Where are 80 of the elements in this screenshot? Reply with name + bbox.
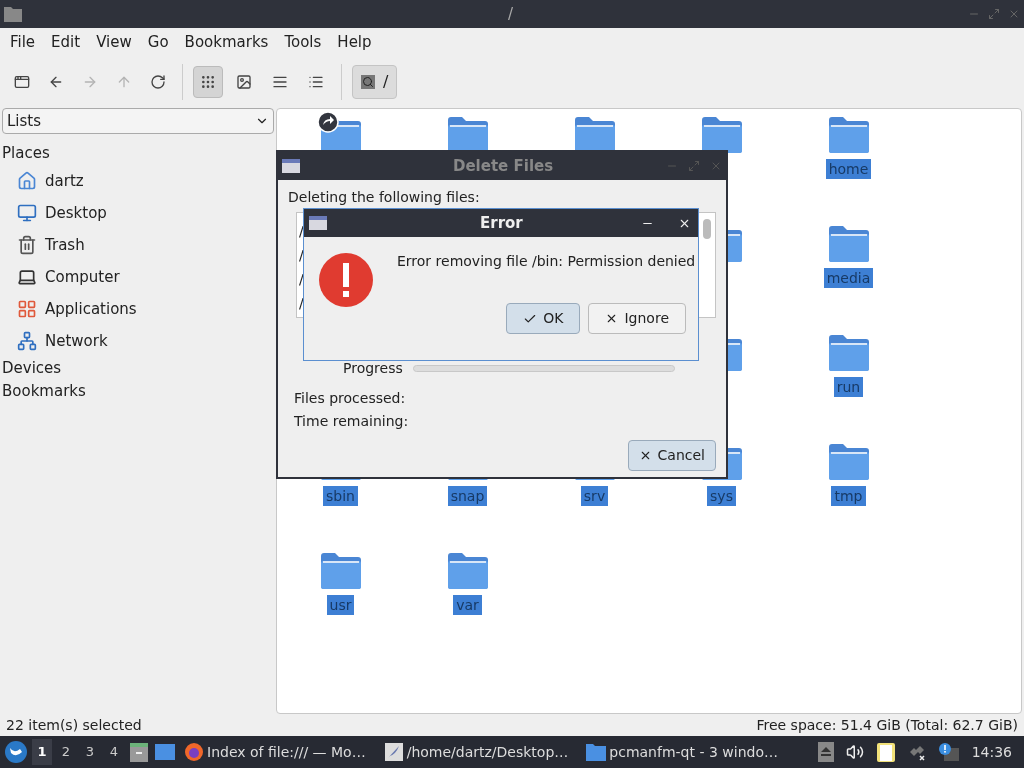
browser-icon — [184, 742, 204, 762]
sidebar-item[interactable]: Applications — [2, 293, 274, 325]
desktop-icon[interactable] — [154, 743, 176, 761]
apps-icon — [17, 299, 37, 319]
window-icon — [282, 159, 300, 173]
desktop-switch-button[interactable]: 3 — [80, 739, 100, 765]
folder-icon — [828, 335, 869, 371]
window-title: / — [508, 3, 514, 25]
notification-icon[interactable] — [937, 742, 960, 762]
menu-item[interactable]: Help — [329, 30, 380, 54]
error-message: Error removing file /bin: Permission denied — [397, 252, 696, 271]
menu-item[interactable]: Go — [139, 30, 177, 54]
image-icon — [236, 74, 252, 90]
desktop-switch-button[interactable]: 4 — [104, 739, 124, 765]
window-icon — [309, 216, 327, 230]
feather-icon — [383, 742, 404, 762]
sidebar-heading[interactable]: Places — [2, 142, 274, 165]
folder-icon — [828, 117, 869, 153]
start-menu-icon[interactable] — [4, 740, 28, 764]
computer-icon — [17, 267, 37, 287]
sidebar-heading[interactable]: Devices — [2, 357, 274, 380]
scrollbar-thumb[interactable] — [703, 219, 711, 239]
error-icon — [319, 253, 373, 307]
eject-icon[interactable] — [817, 742, 834, 762]
cancel-button[interactable]: Cancel — [627, 440, 716, 471]
task-button[interactable]: Index of file:/// — Mo… — [180, 738, 376, 766]
dialog-title: Error — [480, 212, 523, 234]
path-button[interactable]: / — [352, 65, 398, 99]
task-button[interactable]: pcmanfm-qt - 3 windo… — [582, 738, 788, 766]
task-button[interactable]: /home/dartz/Desktop… — [379, 738, 579, 766]
dialog-heading: Deleting the following files: — [288, 188, 481, 207]
menu-item[interactable]: View — [88, 30, 140, 54]
progress-label: Progress — [343, 359, 403, 378]
status-text: 22 item(s) selected — [6, 715, 142, 735]
sidebar-item[interactable]: dartz — [2, 165, 274, 197]
folder-icon — [320, 553, 361, 589]
ok-button[interactable]: OK — [506, 303, 581, 334]
folder-icon — [828, 226, 869, 262]
menu-item[interactable]: Edit — [43, 30, 89, 54]
icon-view-button[interactable] — [193, 66, 223, 98]
clock[interactable]: 14:36 — [971, 741, 1012, 763]
reload-icon — [150, 74, 166, 90]
list-icon — [308, 74, 324, 90]
trash-icon — [17, 235, 37, 255]
menu-item[interactable]: Tools — [276, 30, 330, 54]
folder-icon — [828, 444, 869, 480]
arrow-right-icon — [82, 74, 98, 90]
sidebar-heading[interactable]: Bookmarks — [2, 380, 274, 403]
network-icon — [17, 331, 37, 351]
folder-icon — [447, 117, 488, 153]
link-badge-icon — [317, 111, 339, 133]
menu-item[interactable]: File — [2, 30, 44, 54]
window-icon — [14, 74, 30, 90]
free-space-text: Free space: 51.4 GiB (Total: 62.7 GiB) — [756, 715, 1018, 735]
folder-icon — [701, 117, 742, 153]
folder-icon — [4, 6, 22, 22]
lines-icon — [272, 74, 288, 90]
folder-icon — [574, 117, 615, 153]
volume-icon[interactable] — [845, 743, 864, 761]
arrow-up-icon — [116, 74, 132, 90]
folder-icon — [447, 553, 488, 589]
home-icon — [17, 171, 37, 191]
clipboard-icon[interactable] — [875, 741, 896, 763]
folder-icon — [586, 743, 607, 761]
menu-item[interactable]: Bookmarks — [176, 30, 277, 54]
desktop-switch-button[interactable]: 2 — [56, 739, 76, 765]
sidebar-item[interactable]: Desktop — [2, 197, 274, 229]
view-dropdown[interactable]: Lists — [2, 108, 274, 134]
field-label: Files processed: — [294, 389, 407, 408]
sidebar-item[interactable]: Computer — [2, 261, 274, 293]
dialog-title: Delete Files — [453, 155, 554, 177]
monitor-icon — [17, 203, 37, 223]
field-label: Time remaining: — [294, 412, 410, 431]
ignore-button[interactable]: Ignore — [588, 303, 686, 334]
search-icon — [361, 75, 375, 89]
file-cabinet-icon[interactable] — [128, 741, 150, 763]
desktop-switch-button[interactable]: 1 — [32, 739, 52, 765]
sidebar-item[interactable]: Trash — [2, 229, 274, 261]
grid-icon — [200, 74, 216, 90]
sidebar-item[interactable]: Network — [2, 325, 274, 357]
